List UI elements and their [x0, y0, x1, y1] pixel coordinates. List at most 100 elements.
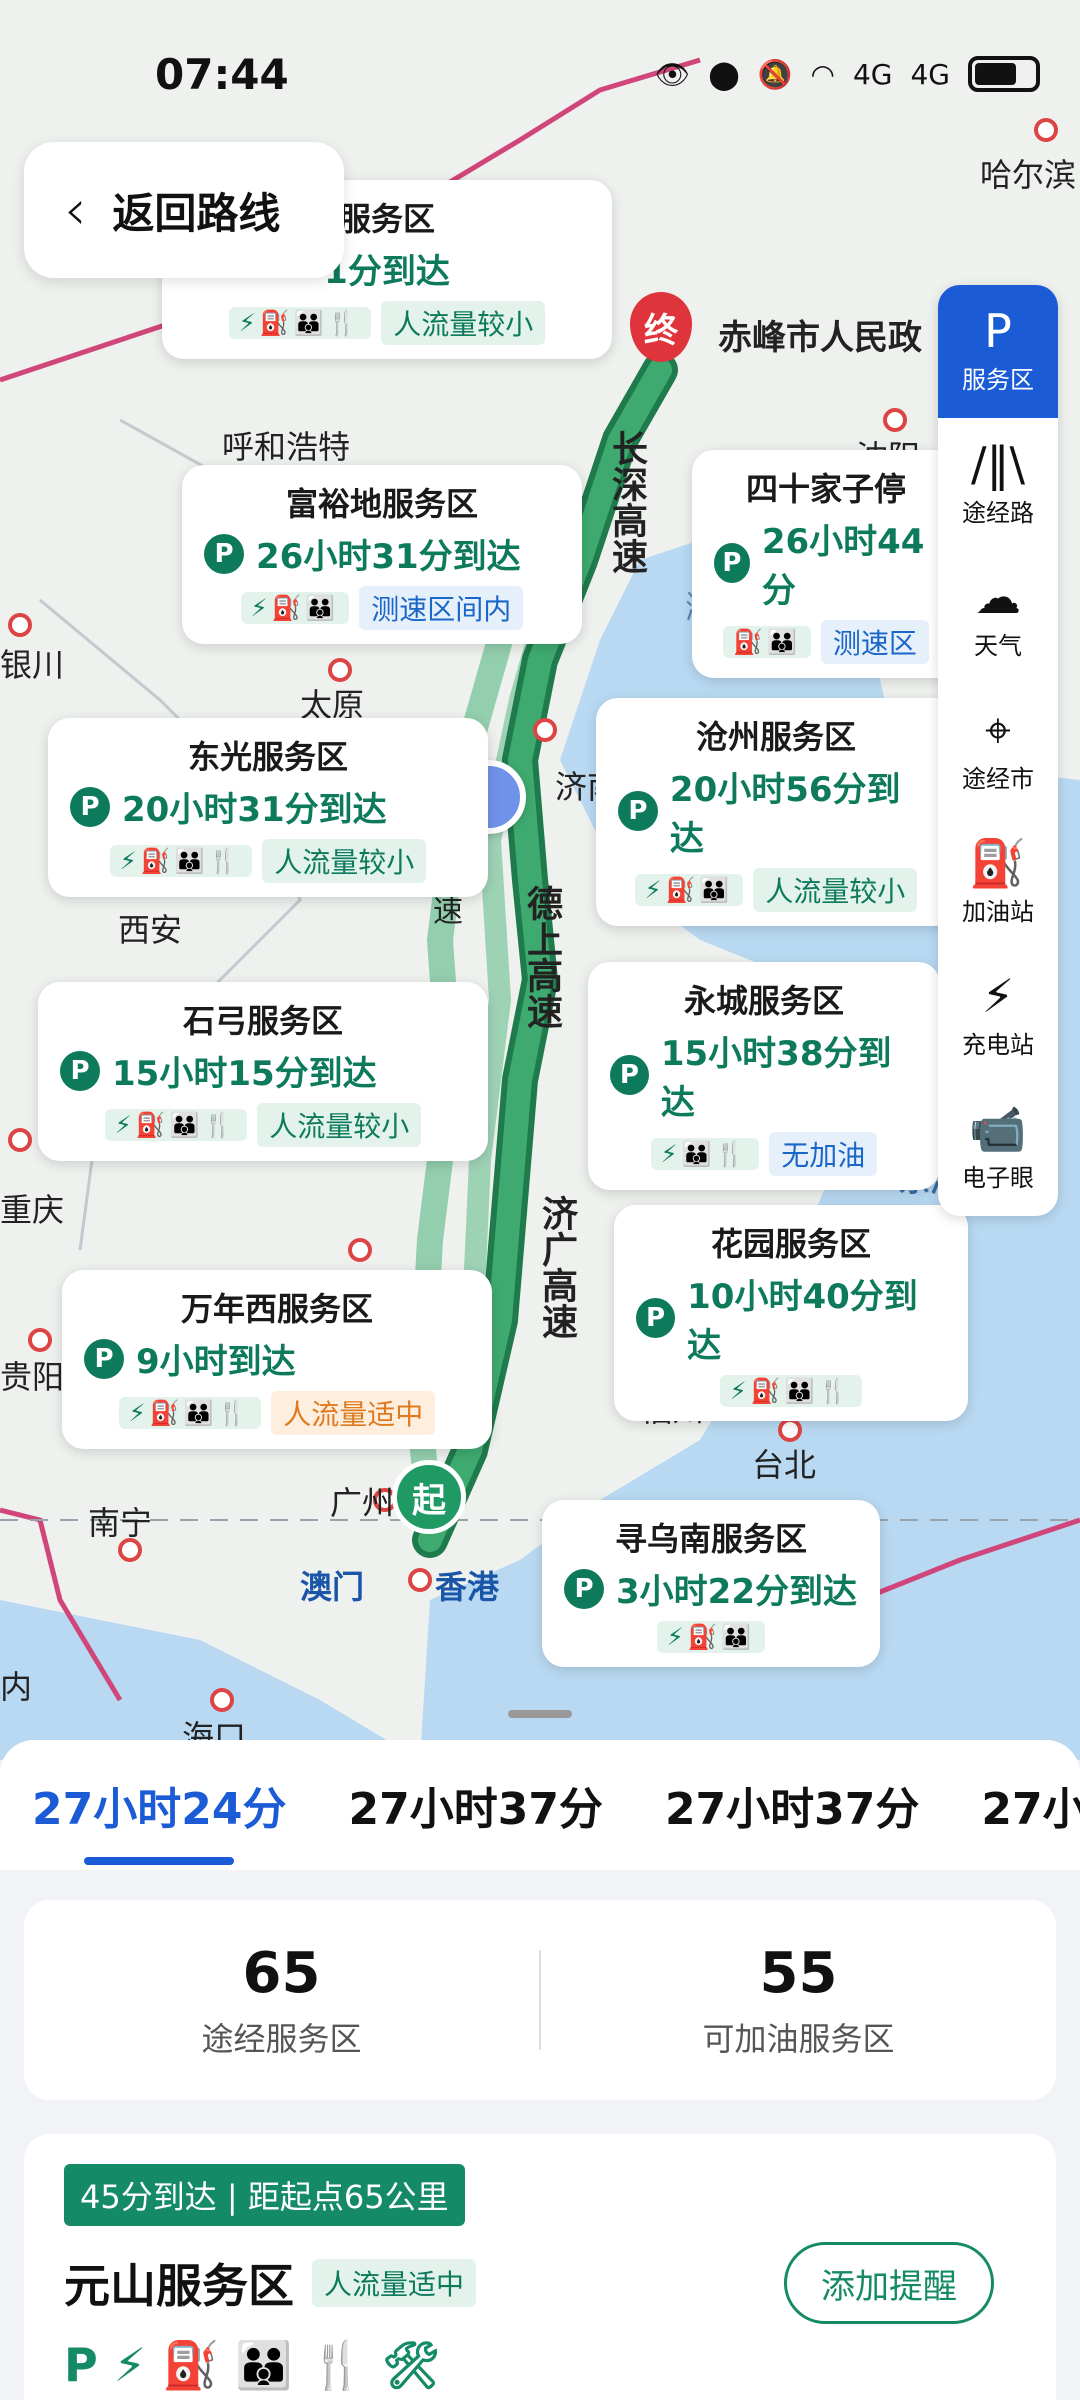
sheet-drag-handle[interactable]	[508, 1710, 572, 1718]
flow-badge: 人流量较小	[262, 839, 427, 883]
map-label-macau: 澳门	[300, 1568, 365, 1606]
sidebar-item-weather[interactable]: ☁ 天气	[938, 551, 1058, 684]
facility-icons: ⛽👪	[723, 626, 811, 658]
facility-icons: ⚡⛽👪🍴	[109, 845, 253, 877]
battery-icon	[968, 56, 1040, 92]
flow-badge: 人流量适中	[312, 2259, 477, 2307]
sa-card-9[interactable]: 寻乌南服务区 P 3小时22分到达 ⚡⛽👪	[542, 1500, 880, 1667]
sa-card-eta: 9小时到达	[136, 1342, 296, 1382]
parking-icon: P	[84, 1338, 124, 1379]
status-time: 07:44	[155, 49, 289, 99]
mute-icon: 🔕	[757, 57, 793, 91]
sa-card-eta: 26小时31分到达	[256, 537, 521, 577]
sidebar-item-label: 天气	[974, 632, 1022, 660]
bottom-sheet: 27小时24分 27小时37分 27小时37分 27小时 65 途经服务区 55…	[0, 1740, 1080, 2400]
map-label-xian: 西安	[118, 911, 183, 949]
facility-icons: ⚡⛽👪🍴	[118, 1397, 262, 1429]
facility-icons: ⚡⛽👪	[240, 592, 350, 624]
back-label: 返回路线	[112, 188, 281, 238]
sidebar-item-gas-station[interactable]: ⛽ 加油站	[938, 817, 1058, 950]
map-label-nanning: 南宁	[88, 1504, 153, 1542]
sa-card-name: 花园服务区	[710, 1225, 871, 1263]
tab-route-2[interactable]: 27小时37分	[348, 1773, 602, 1837]
sa-card-eta: 20小时56分到达	[669, 770, 901, 859]
facility-icons: ⚡⛽👪🍴	[228, 307, 372, 339]
flow-badge: 测速区间内	[359, 586, 524, 630]
eta-distance-badge: 45分到达 | 距起点65公里	[64, 2164, 465, 2226]
parking-icon: P	[618, 791, 658, 831]
map-label-taibei: 台北	[752, 1446, 817, 1484]
add-reminder-button[interactable]: 添加提醒	[784, 2242, 994, 2324]
sa-card-name: 寻乌南服务区	[614, 1520, 807, 1558]
sa-card-5[interactable]: 石弓服务区 P 15小时15分到达 ⚡⛽👪🍴 人流量较小	[38, 982, 488, 1161]
sa-card-4[interactable]: 沧州服务区 P 20小时56分到达 ⚡⛽👪 人流量较小	[596, 698, 956, 926]
location-icon: ⬤	[708, 57, 740, 91]
road-label-changshen: 长深高速	[606, 430, 647, 574]
map-label-chongqing: 重庆	[0, 1191, 65, 1229]
sa-card-7[interactable]: 花园服务区 P 10小时40分到达 ⚡⛽👪🍴	[614, 1205, 968, 1421]
parking-icon: P	[70, 786, 110, 827]
parking-icon: P	[60, 1050, 100, 1091]
parking-icon: P	[204, 533, 244, 574]
status-icons: 👁 ⬤ 🔕 ◠ 4G 4G	[655, 56, 1040, 92]
sa-card-eta: 26小时44分	[761, 522, 925, 611]
sa-card-name: 万年西服务区	[180, 1290, 373, 1328]
sidebar-item-label: 途经路	[962, 499, 1034, 527]
sa-card-6[interactable]: 永城服务区 P 15小时38分到达 ⚡👪🍴 无加油	[588, 962, 940, 1190]
sidebar-item-label: 加油站	[962, 898, 1034, 926]
tab-route-4[interactable]: 27小时	[981, 1773, 1080, 1837]
facility-icons: ⚡⛽👪	[656, 1621, 766, 1653]
flow-badge: 人流量较小	[381, 301, 546, 345]
sa-card-eta: 3小时22分到达	[616, 1572, 857, 1612]
sa-card-name: 富裕地服务区	[285, 485, 478, 523]
sa-card-eta: 15小时15分到达	[112, 1054, 377, 1094]
sa-card-name: 石弓服务区	[182, 1002, 343, 1040]
status-bar: 07:44 👁 ⬤ 🔕 ◠ 4G 4G	[0, 44, 1080, 104]
sa-card-name: 永城服务区	[683, 982, 844, 1020]
sidebar-item-label: 途经市	[962, 765, 1034, 793]
service-area-item[interactable]: 45分到达 | 距起点65公里 元山服务区 人流量适中 添加提醒 P ⚡ ⛽ 👪…	[24, 2134, 1056, 2400]
eye-icon: 👁	[654, 57, 691, 91]
sa-card-name: 东光服务区	[187, 738, 348, 776]
tab-route-1[interactable]: 27小时24分	[32, 1773, 286, 1865]
flow-badge: 无加油	[769, 1132, 878, 1176]
sa-card-2[interactable]: 四十家子停 P 26小时44分 ⛽👪 测速区	[692, 450, 960, 678]
charging-icon: ⚡	[981, 969, 1015, 1023]
sa-card-1[interactable]: 富裕地服务区 P 26小时31分到达 ⚡⛽👪 测速区间内	[182, 465, 582, 644]
sa-count: 65	[242, 1940, 321, 2006]
flow-badge: 人流量较小	[257, 1103, 422, 1147]
start-marker[interactable]: 起	[392, 1460, 466, 1534]
sidebar-item-service-area[interactable]: P 服务区	[938, 285, 1058, 418]
parking-icon: P	[610, 1055, 649, 1095]
sidebar-item-charging[interactable]: ⚡ 充电站	[938, 950, 1058, 1083]
sa-card-8[interactable]: 万年西服务区 P 9小时到达 ⚡⛽👪🍴 人流量适中	[62, 1270, 492, 1449]
facility-icons: ⚡⛽👪🍴	[104, 1109, 248, 1141]
flow-badge: 测速区	[820, 620, 929, 664]
camera-icon: 📹	[969, 1102, 1027, 1156]
sidebar-item-label: 电子眼	[962, 1164, 1034, 1192]
sa-card-eta: 15小时38分到达	[660, 1034, 892, 1123]
sidebar-item-label: 充电站	[962, 1031, 1034, 1059]
map-label-guiyang: 贵阳	[0, 1358, 65, 1396]
road-icon: /‖\	[971, 437, 1025, 491]
signal-icon: 4G	[852, 57, 893, 91]
parking-icon: P	[714, 543, 750, 583]
map-view[interactable]: 07:44 👁 ⬤ 🔕 ◠ 4G 4G ‹ 返回路线 哈尔滨 赤峰市人民政 呼和…	[0, 0, 1080, 1760]
sa-card-name: 沧州服务区	[695, 718, 856, 756]
sa-card-3[interactable]: 东光服务区 P 20小时31分到达 ⚡⛽👪🍴 人流量较小	[48, 718, 488, 897]
back-to-route-button[interactable]: ‹ 返回路线	[24, 142, 344, 278]
map-label-hongkong: 香港	[435, 1568, 500, 1606]
sidebar-item-cities[interactable]: ⌖ 途经市	[938, 684, 1058, 817]
wifi-icon: ◠	[810, 57, 835, 91]
sidebar-item-label: 服务区	[962, 366, 1034, 394]
facility-icons: P ⚡ ⛽ 👪 🍴 🛠	[64, 2338, 441, 2392]
map-label-chifeng: 赤峰市人民政	[718, 318, 922, 358]
sidebar-item-roads[interactable]: /‖\ 途经路	[938, 418, 1058, 551]
tab-route-3[interactable]: 27小时37分	[665, 1773, 919, 1837]
map-label-harbin: 哈尔滨	[980, 156, 1077, 194]
sa-count-label: 途经服务区	[201, 2019, 362, 2058]
facility-icons: ⚡⛽👪🍴	[719, 1375, 863, 1407]
route-tabs: 27小时24分 27小时37分 27小时37分 27小时	[0, 1740, 1080, 1870]
fuel-count: 55	[759, 1940, 838, 2006]
sidebar-item-camera[interactable]: 📹 电子眼	[938, 1083, 1058, 1216]
